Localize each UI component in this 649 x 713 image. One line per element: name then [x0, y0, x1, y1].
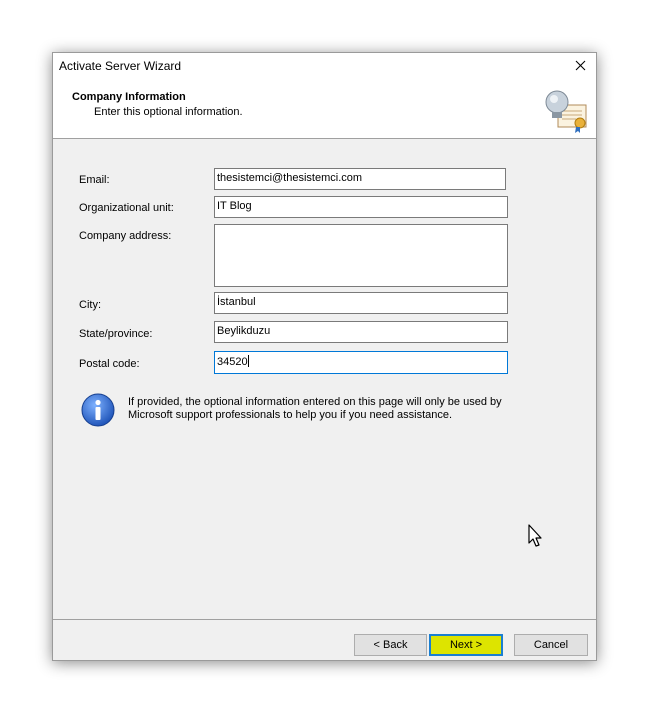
state-label: State/province: — [79, 328, 153, 340]
company-address-label: Company address: — [79, 230, 172, 242]
certificate-icon — [544, 89, 590, 133]
postal-code-field[interactable]: 34520 — [214, 351, 508, 374]
back-button[interactable]: < Back — [354, 634, 427, 656]
postal-code-value: 34520 — [217, 356, 248, 368]
next-button[interactable]: Next > — [429, 634, 503, 656]
postal-code-label: Postal code: — [79, 358, 140, 370]
text-caret — [247, 355, 249, 367]
title-bar: Activate Server Wizard — [53, 53, 596, 80]
footer-divider — [53, 619, 596, 620]
info-icon — [81, 393, 115, 427]
state-field[interactable]: Beylikduzu — [214, 321, 508, 343]
email-label: Email: — [79, 174, 110, 186]
company-address-field[interactable] — [214, 224, 508, 287]
close-icon[interactable] — [566, 53, 596, 80]
cancel-button[interactable]: Cancel — [514, 634, 588, 656]
org-unit-label: Organizational unit: — [79, 202, 174, 214]
city-label: City: — [79, 299, 101, 311]
info-text: If provided, the optional information en… — [128, 396, 502, 421]
wizard-window: Activate Server Wizard Company Informati… — [52, 52, 597, 661]
email-field[interactable]: thesistemci@thesistemci.com — [214, 168, 506, 190]
city-field[interactable]: İstanbul — [214, 292, 508, 314]
org-unit-field[interactable]: IT Blog — [214, 196, 508, 218]
mouse-pointer-icon — [528, 524, 544, 548]
page-subtitle: Enter this optional information. — [94, 106, 243, 118]
page-title: Company Information — [72, 91, 186, 103]
wizard-header: Company Information Enter this optional … — [53, 80, 596, 139]
window-title: Activate Server Wizard — [59, 59, 182, 73]
